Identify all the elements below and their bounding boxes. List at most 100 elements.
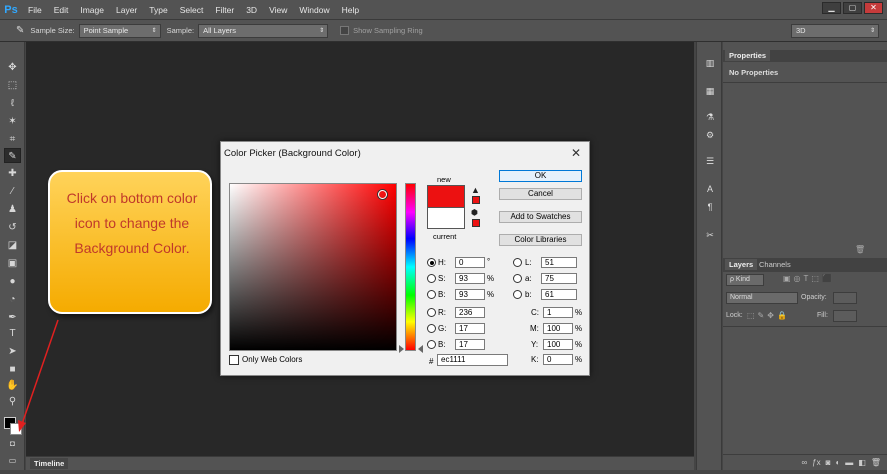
character-panel-icon[interactable]: A xyxy=(702,182,718,196)
add-to-swatches-button[interactable]: Add to Swatches xyxy=(499,211,582,223)
lab-l-input[interactable]: 51 xyxy=(541,257,577,268)
red-radio[interactable] xyxy=(427,308,436,317)
lab-a-radio[interactable] xyxy=(513,274,522,283)
only-web-colors-checkbox[interactable] xyxy=(229,355,239,365)
green-input[interactable]: 17 xyxy=(455,323,485,334)
quick-mask-icon[interactable]: ◘ xyxy=(4,436,21,451)
lab-a-input[interactable]: 75 xyxy=(541,273,577,284)
healing-brush-tool-icon[interactable]: ✚ xyxy=(4,166,21,181)
color-selector-ring-icon[interactable] xyxy=(378,190,387,199)
history-brush-tool-icon[interactable]: ↺ xyxy=(4,220,21,235)
channels-tab[interactable]: Channels xyxy=(755,259,795,270)
adjustment-layer-icon[interactable]: ◐ xyxy=(835,458,840,470)
menu-layer[interactable]: Layer xyxy=(110,0,143,20)
layer-filter-icons[interactable]: ▣◎T⬚⬛ xyxy=(783,274,835,283)
black-input[interactable]: 0 xyxy=(543,354,573,365)
opacity-input[interactable] xyxy=(833,292,857,304)
current-color-swatch[interactable] xyxy=(427,207,465,229)
menu-select[interactable]: Select xyxy=(174,0,210,20)
menu-file[interactable]: File xyxy=(22,0,48,20)
layer-kind-filter[interactable]: ρ Kind xyxy=(726,274,764,286)
blue-radio[interactable] xyxy=(427,340,436,349)
menu-filter[interactable]: Filter xyxy=(209,0,240,20)
clone-stamp-tool-icon[interactable]: ♟ xyxy=(4,202,21,217)
menu-image[interactable]: Image xyxy=(74,0,110,20)
blue-input[interactable]: 17 xyxy=(455,339,485,350)
green-radio[interactable] xyxy=(427,324,436,333)
brightness-input[interactable]: 93 xyxy=(455,289,485,300)
lasso-tool-icon[interactable]: ℓ xyxy=(4,96,21,111)
hue-radio[interactable] xyxy=(427,258,436,267)
properties-panel-icon[interactable]: ▦ xyxy=(702,84,718,98)
yellow-input[interactable]: 100 xyxy=(543,339,573,350)
menu-3d[interactable]: 3D xyxy=(240,0,263,20)
cancel-button[interactable]: Cancel xyxy=(499,188,582,200)
eyedropper-tool-icon[interactable]: ✎ xyxy=(4,148,21,163)
eyedropper-tool-preset-icon[interactable]: ✎ xyxy=(16,25,24,36)
timeline-tab[interactable]: Timeline xyxy=(30,458,69,469)
quick-select-tool-icon[interactable]: ✶ xyxy=(4,114,21,129)
color-field[interactable] xyxy=(229,183,397,351)
path-selection-tool-icon[interactable]: ➤ xyxy=(4,344,21,359)
lock-icons[interactable]: ⬚✎✥🔒 xyxy=(747,311,790,320)
new-group-icon[interactable]: ▬ xyxy=(845,458,853,470)
dodge-tool-icon[interactable]: ◔ xyxy=(4,292,21,307)
paragraph-panel-icon[interactable]: ¶ xyxy=(702,200,718,214)
move-tool-icon[interactable]: ✥ xyxy=(4,60,21,75)
close-window-button[interactable]: ✕ xyxy=(864,2,883,14)
gamut-warning-icon[interactable]: ▲ xyxy=(471,185,480,195)
menu-type[interactable]: Type xyxy=(143,0,173,20)
crop-tool-icon[interactable]: ⌗ xyxy=(4,132,21,147)
clone-source-icon[interactable]: ☰ xyxy=(702,154,718,168)
menu-edit[interactable]: Edit xyxy=(48,0,75,20)
hex-input[interactable]: ec1111 xyxy=(437,354,508,366)
shape-tool-icon[interactable]: ■ xyxy=(4,362,21,377)
workspace-select[interactable]: 3D ⇕ xyxy=(791,24,879,38)
properties-tab[interactable]: Properties xyxy=(725,50,771,61)
layer-style-icon[interactable]: ƒx xyxy=(812,458,820,470)
menu-view[interactable]: View xyxy=(263,0,293,20)
cyan-input[interactable]: 1 xyxy=(543,307,573,318)
hue-slider-left-handle-icon[interactable] xyxy=(399,345,404,353)
layer-mask-icon[interactable]: ◙ xyxy=(826,458,831,470)
zoom-tool-icon[interactable]: ⚲ xyxy=(4,394,21,409)
saturation-input[interactable]: 93 xyxy=(455,273,485,284)
eraser-tool-icon[interactable]: ◪ xyxy=(4,238,21,253)
sample-select[interactable]: All Layers ⇕ xyxy=(198,23,329,38)
screen-mode-icon[interactable]: ▭ xyxy=(4,453,21,468)
lab-l-radio[interactable] xyxy=(513,258,522,267)
magenta-input[interactable]: 100 xyxy=(543,323,573,334)
red-input[interactable]: 236 xyxy=(455,307,485,318)
minimize-button[interactable]: ▁ xyxy=(822,2,841,14)
dialog-close-icon[interactable]: ✕ xyxy=(571,146,581,160)
show-sampling-ring-checkbox[interactable] xyxy=(340,26,350,35)
blur-tool-icon[interactable]: ● xyxy=(4,274,21,289)
fill-input[interactable] xyxy=(833,310,857,322)
color-libraries-button[interactable]: Color Libraries xyxy=(499,234,582,246)
hue-input[interactable]: 0 xyxy=(455,257,485,268)
menu-window[interactable]: Window xyxy=(293,0,335,20)
layers-tab[interactable]: Layers xyxy=(725,259,758,270)
brush-tool-icon[interactable]: ⁄ xyxy=(4,184,21,199)
lab-b-radio[interactable] xyxy=(513,290,522,299)
hue-slider-right-handle-icon[interactable] xyxy=(418,345,423,353)
saturation-radio[interactable] xyxy=(427,274,436,283)
maximize-button[interactable]: ▢ xyxy=(843,2,862,14)
link-layers-icon[interactable]: ∞ xyxy=(801,458,807,470)
hue-slider[interactable] xyxy=(405,183,416,351)
trash-icon[interactable]: 🗑 xyxy=(855,245,865,254)
delete-layer-icon[interactable]: 🗑 xyxy=(871,458,881,470)
brightness-radio[interactable] xyxy=(427,290,436,299)
web-safe-cube-icon[interactable]: ⬢ xyxy=(471,208,478,217)
tool-presets-icon[interactable]: ✂ xyxy=(702,228,718,242)
hand-tool-icon[interactable]: ✋ xyxy=(4,378,21,393)
history-panel-icon[interactable]: ▥ xyxy=(702,56,718,70)
gradient-tool-icon[interactable]: ▣ xyxy=(4,256,21,271)
web-safe-swatch[interactable] xyxy=(472,219,480,227)
gamut-warning-swatch[interactable] xyxy=(472,196,480,204)
lab-b-input[interactable]: 61 xyxy=(541,289,577,300)
blend-mode-select[interactable]: Normal xyxy=(726,292,798,304)
type-tool-icon[interactable]: T xyxy=(4,326,21,341)
brush-panel-icon[interactable]: ⚗ xyxy=(702,110,718,124)
marquee-tool-icon[interactable]: ⬚ xyxy=(4,78,21,93)
